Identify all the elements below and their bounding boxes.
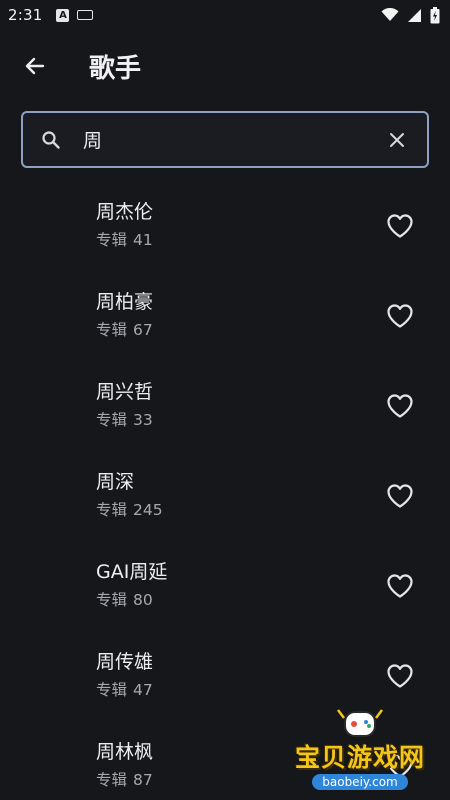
favorite-button[interactable] [384, 480, 416, 512]
heart-outline-icon [387, 574, 413, 598]
artist-name: 周杰伦 [96, 201, 154, 223]
heart-outline-icon [387, 394, 413, 418]
artist-text: 周传雄 专辑 47 [96, 649, 153, 701]
wifi-icon [381, 8, 399, 21]
artist-list-item[interactable]: 周杰伦 专辑 41 [0, 180, 450, 270]
battery-icon [430, 6, 440, 23]
album-count: 33 [133, 411, 153, 429]
artist-list-item[interactable]: 周柏豪 专辑 67 [0, 270, 450, 360]
status-system-icons [381, 6, 440, 24]
artist-text: 周杰伦 专辑 41 [96, 199, 153, 251]
album-count: 67 [133, 321, 153, 339]
favorite-button[interactable] [384, 660, 416, 692]
heart-outline-icon [387, 214, 413, 238]
artist-album-info: 专辑 33 [96, 409, 153, 431]
keyboard-icon [77, 10, 94, 20]
favorite-button[interactable] [384, 210, 416, 242]
artist-name: 周传雄 [96, 651, 154, 673]
artist-name: 周兴哲 [96, 381, 154, 403]
album-count: 47 [133, 681, 153, 699]
heart-outline-icon [387, 304, 413, 328]
artist-album-info: 专辑 67 [96, 319, 153, 341]
artist-name: GAI周延 [96, 561, 168, 583]
gamepad-logo-icon [337, 709, 383, 737]
artist-list-item[interactable]: 周深 专辑 245 [0, 450, 450, 540]
album-label: 专辑 [96, 681, 128, 699]
artist-text: 周柏豪 专辑 67 [96, 289, 153, 341]
artist-album-info: 专辑 80 [96, 589, 167, 611]
album-label: 专辑 [96, 231, 128, 249]
status-time: 2:31 [8, 6, 43, 24]
album-label: 专辑 [96, 411, 128, 429]
arrow-left-icon [25, 57, 45, 75]
android-a-icon: A [56, 8, 70, 22]
artist-text: 周深 专辑 245 [96, 469, 163, 521]
watermark-url: baobeiy.com [312, 774, 408, 790]
artist-list-item[interactable]: GAI周延 专辑 80 [0, 540, 450, 630]
album-label: 专辑 [96, 591, 128, 609]
artist-album-info: 专辑 47 [96, 679, 153, 701]
artist-album-info: 专辑 245 [96, 499, 163, 521]
artist-name: 周深 [96, 471, 135, 493]
album-count: 80 [133, 591, 153, 609]
artist-text: 周林枫 专辑 87 [96, 739, 153, 791]
album-count: 87 [133, 771, 153, 789]
heart-outline-icon [387, 484, 413, 508]
close-icon [390, 132, 404, 147]
favorite-button[interactable] [384, 570, 416, 602]
artist-album-info: 专辑 87 [96, 769, 153, 791]
artist-text: GAI周延 专辑 80 [96, 559, 167, 611]
artist-list-item[interactable]: 周兴哲 专辑 33 [0, 360, 450, 450]
artist-name: 周柏豪 [96, 291, 154, 313]
page-title: 歌手 [89, 53, 142, 84]
search-box[interactable] [21, 111, 429, 168]
favorite-button[interactable] [384, 390, 416, 422]
clear-search-button[interactable] [377, 120, 417, 160]
signal-icon [408, 8, 421, 22]
artist-text: 周兴哲 专辑 33 [96, 379, 153, 431]
watermark-title: 宝贝游戏网 [294, 743, 425, 772]
search-icon [41, 130, 61, 150]
artist-album-info: 专辑 41 [96, 229, 153, 251]
album-count: 245 [133, 501, 163, 519]
search-input[interactable] [83, 119, 377, 160]
status-notification-icons: A [56, 8, 94, 22]
artist-name: 周林枫 [96, 741, 154, 763]
album-count: 41 [133, 231, 153, 249]
album-label: 专辑 [96, 321, 128, 339]
heart-outline-icon [387, 664, 413, 688]
app-bar: 歌手 [0, 36, 450, 96]
watermark: 宝贝游戏网 baobeiy.com [270, 704, 450, 800]
favorite-button[interactable] [384, 300, 416, 332]
album-label: 专辑 [96, 771, 128, 789]
status-bar: 2:31 A [0, 0, 450, 30]
album-label: 专辑 [96, 501, 128, 519]
back-button[interactable] [9, 40, 61, 92]
